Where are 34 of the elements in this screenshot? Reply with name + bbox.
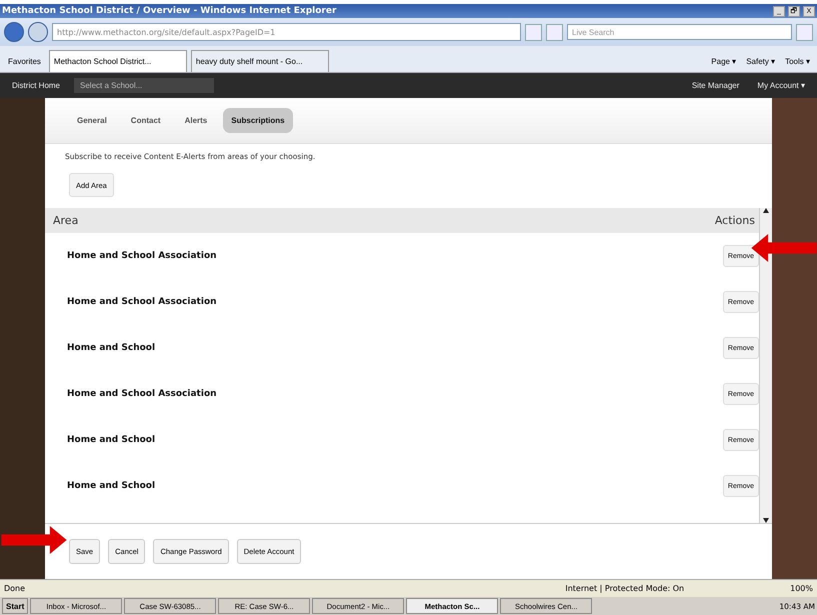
area-name: Home and School Association	[67, 389, 217, 399]
back-button[interactable]	[4, 22, 24, 42]
column-header: Actions	[714, 214, 755, 227]
browser-tab[interactable]: Methacton School District...	[48, 50, 187, 72]
scroll-up-icon[interactable]	[763, 208, 769, 213]
area-name: Home and School Association	[67, 297, 217, 307]
search-field[interactable]: Live Search	[567, 24, 792, 40]
school-select[interactable]: Select a School...	[74, 78, 214, 93]
command-menu[interactable]: Safety ▾	[743, 50, 778, 72]
status-text: Done	[4, 584, 26, 593]
account-tab[interactable]: Subscriptions	[223, 108, 293, 133]
site-link[interactable]: My Account ▾	[753, 81, 809, 90]
favorites-button[interactable]: Favorites	[4, 50, 45, 72]
command-menu[interactable]: Page ▾	[708, 50, 740, 72]
account-tab[interactable]: Contact	[122, 108, 169, 133]
security-zone: Internet | Protected Mode: On	[565, 584, 684, 593]
account-tab[interactable]: Alerts	[176, 108, 216, 133]
area-name: Home and School	[67, 481, 156, 491]
home-link[interactable]: District Home	[8, 81, 64, 90]
start-button[interactable]: Start	[2, 598, 28, 614]
command-menu[interactable]: Tools ▾	[782, 50, 813, 72]
forward-button[interactable]	[28, 22, 48, 42]
area-name: Home and School Association	[67, 251, 217, 261]
arrow-icon	[0, 526, 68, 554]
site-link[interactable]: Site Manager	[688, 81, 744, 90]
area-name: Home and School	[67, 343, 156, 353]
browser-tab[interactable]: heavy duty shelf mount - Go...	[190, 50, 329, 72]
address-field[interactable]: http://www.methacton.org/site/default.aspx?PageID=1	[52, 23, 521, 41]
window-title: Methacton School District / Overview - Windows Internet Explorer	[2, 6, 338, 16]
scroll-down-icon[interactable]	[763, 518, 769, 523]
area-name: Home and School	[67, 435, 156, 445]
account-tab[interactable]: General	[69, 108, 115, 133]
column-header: Area	[53, 214, 78, 227]
zoom-level[interactable]: 100%	[790, 584, 813, 593]
